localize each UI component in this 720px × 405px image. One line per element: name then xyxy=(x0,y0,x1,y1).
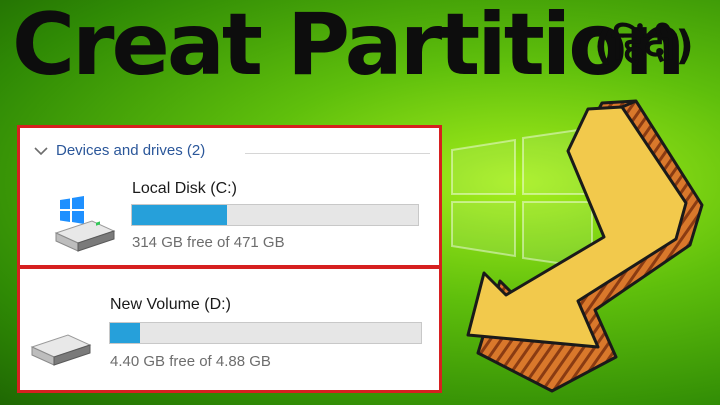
drive-name-c[interactable]: Local Disk (C:) xyxy=(132,180,237,198)
group-header-label: Devices and drives (2) xyxy=(56,142,206,159)
drive-usage-bar-d xyxy=(109,322,422,344)
explorer-panel-top: Devices and drives (2) Local Disk (C:) 3… xyxy=(17,125,442,268)
thumbnail-title: Creat Partition xyxy=(12,0,686,95)
thumbnail-subtitle: (हिंदी) xyxy=(594,23,694,69)
devices-group-header[interactable]: Devices and drives (2) xyxy=(34,142,205,159)
explorer-panel-bottom: New Volume (D:) 4.40 GB free of 4.88 GB xyxy=(17,266,442,393)
drive-free-text-d: 4.40 GB free of 4.88 GB xyxy=(110,353,271,370)
drive-name-d[interactable]: New Volume (D:) xyxy=(110,296,231,314)
chevron-down-icon xyxy=(34,146,48,155)
drive-usage-fill-d xyxy=(110,323,141,343)
drive-usage-fill-c xyxy=(132,205,228,225)
drive-usage-bar-c xyxy=(131,204,419,226)
drive-free-text-c: 314 GB free of 471 GB xyxy=(132,234,285,251)
windows-drive-icon[interactable] xyxy=(52,195,116,253)
group-divider xyxy=(245,153,430,154)
hard-drive-icon[interactable] xyxy=(28,329,92,369)
curved-arrow-icon xyxy=(466,99,704,393)
